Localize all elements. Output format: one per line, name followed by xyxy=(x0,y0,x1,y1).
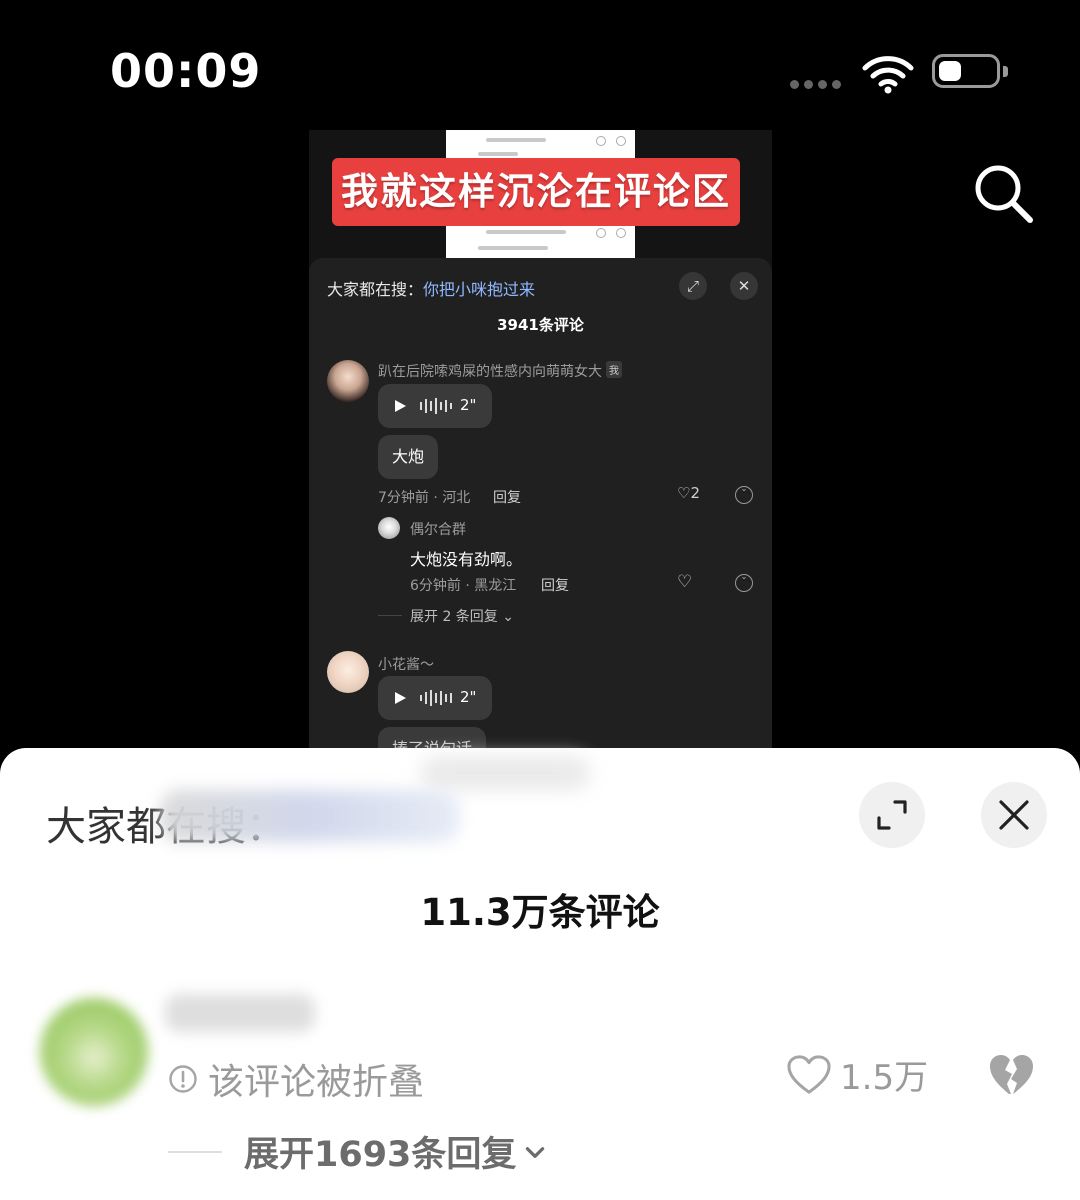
inner-comment-text: 揍了说句话 xyxy=(378,727,487,750)
video-frame[interactable]: 我就这样沉沦在评论区 大家都在搜： 你把小咪抱过来 ⤢ ✕ 3941条评论 趴在… xyxy=(309,130,772,750)
inner-reply-text: 大炮没有劲啊。 xyxy=(410,550,523,569)
battery-tip xyxy=(1003,66,1008,77)
username-redacted[interactable] xyxy=(165,994,315,1032)
waveform-icon xyxy=(420,690,452,706)
redacted-blur xyxy=(420,756,590,790)
avatar xyxy=(327,360,369,402)
inner-comment-text: 大炮 xyxy=(378,435,439,479)
search-icon[interactable] xyxy=(970,160,1036,226)
inner-like-count: 2 xyxy=(690,484,700,502)
dislike-icon: ˘ xyxy=(735,574,753,592)
dislike-icon: ˘ xyxy=(735,486,753,504)
inner-reply-link: 回复 xyxy=(493,490,521,506)
inner-expand-replies: 展开 2 条回复 ⌄ xyxy=(410,609,514,625)
divider xyxy=(378,615,402,616)
voice-duration: 2" xyxy=(460,688,477,706)
expand-button[interactable] xyxy=(859,782,925,848)
folded-text: 该评论被折叠 xyxy=(208,1062,425,1103)
like-button[interactable]: 1.5万 xyxy=(786,1050,928,1099)
inner-expand-icon: ⤢ xyxy=(679,272,707,300)
avatar xyxy=(327,651,369,693)
inner-reply-username: 偶尔合群 xyxy=(410,522,466,538)
inner-search-term: 你把小咪抱过来 xyxy=(423,280,536,299)
close-icon xyxy=(999,800,1029,830)
status-time: 00:09 xyxy=(110,44,262,98)
me-tag: 我 xyxy=(606,361,622,378)
inner-like: ♡2 xyxy=(677,484,700,502)
play-icon xyxy=(395,400,406,412)
inner-close-icon: ✕ xyxy=(730,272,758,300)
voice-duration: 2" xyxy=(460,396,477,414)
close-button[interactable] xyxy=(981,782,1047,848)
search-suggestion-term-redacted[interactable] xyxy=(160,790,460,842)
folded-notice: 该评论被折叠 xyxy=(168,1053,424,1105)
video-title-banner: 我就这样沉沦在评论区 xyxy=(332,158,740,226)
cellular-signal-icon xyxy=(790,80,841,89)
inner-comment-count: 3941条评论 xyxy=(497,316,584,334)
divider xyxy=(168,1150,222,1153)
inner-comment-username: 趴在后院嗦鸡屎的性感内向萌萌女大我 xyxy=(378,361,622,381)
expand-replies-button[interactable]: 展开1693条回复 xyxy=(168,1126,548,1177)
inner-expand-label: 展开 2 条回复 xyxy=(410,609,498,625)
comment-count: 11.3万条评论 xyxy=(420,891,660,934)
expand-replies-label: 展开1693条回复 xyxy=(244,1135,517,1175)
heart-icon: ♡ xyxy=(677,484,691,502)
chevron-down-icon xyxy=(526,1146,545,1158)
waveform-icon xyxy=(420,398,452,414)
comment-sheet: 大家都在搜： 11.3万条评论 该评论被折叠 1.5万 xyxy=(0,748,1080,1200)
inner-reply-link: 回复 xyxy=(541,578,569,594)
info-icon xyxy=(169,1065,197,1093)
inner-comment-username-text: 趴在后院嗦鸡屎的性感内向萌萌女大 xyxy=(378,364,602,380)
avatar[interactable] xyxy=(40,998,148,1106)
expand-icon xyxy=(877,800,907,830)
wifi-icon xyxy=(862,56,914,94)
play-icon xyxy=(395,692,406,704)
avatar xyxy=(378,517,400,539)
inner-search-label: 大家都在搜： xyxy=(327,280,424,299)
heart-icon: ♡ xyxy=(677,572,693,592)
inner-comment-username: 小花酱～ xyxy=(378,657,434,673)
voice-message: 2" xyxy=(378,384,492,428)
inner-comment-sheet: 大家都在搜： 你把小咪抱过来 ⤢ ✕ 3941条评论 趴在后院嗦鸡屎的性感内向萌… xyxy=(309,258,772,750)
heart-icon xyxy=(787,1054,831,1094)
broken-heart-icon[interactable] xyxy=(986,1050,1036,1098)
like-count: 1.5万 xyxy=(840,1058,929,1098)
inner-reply-meta: 6分钟前 · 黑龙江 xyxy=(410,578,517,594)
inner-comment-meta: 7分钟前 · 河北 xyxy=(378,490,471,506)
voice-message: 2" xyxy=(378,676,492,720)
battery-icon xyxy=(932,54,1000,88)
